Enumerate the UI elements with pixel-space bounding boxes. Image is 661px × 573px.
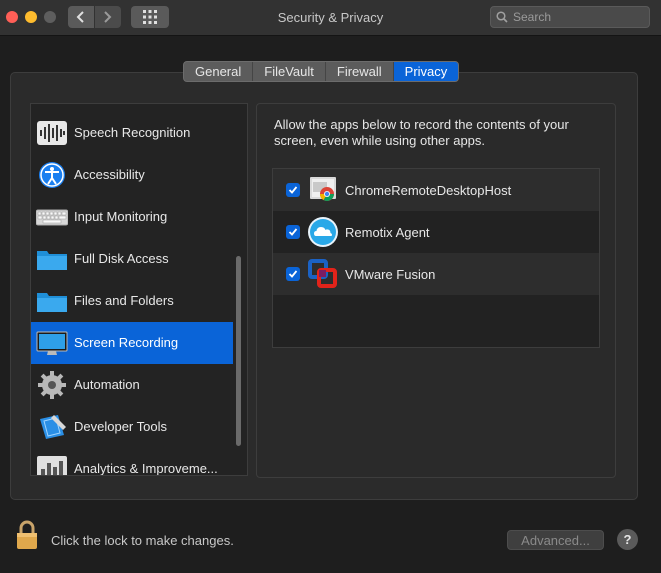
tab-filevault[interactable]: FileVault bbox=[253, 62, 326, 81]
sidebar-item-automation[interactable]: Automation bbox=[31, 364, 233, 406]
checkmark-icon bbox=[288, 228, 298, 236]
search-input[interactable] bbox=[490, 6, 650, 28]
zoom-window-button[interactable] bbox=[44, 11, 56, 23]
app-name: VMware Fusion bbox=[345, 267, 436, 282]
sidebar-item-label: Input Monitoring bbox=[74, 209, 168, 224]
lock-icon[interactable] bbox=[15, 520, 39, 550]
chevron-left-icon bbox=[76, 11, 84, 23]
sidebar-scrollbar[interactable] bbox=[236, 256, 241, 446]
app-name: Remotix Agent bbox=[345, 225, 430, 240]
folder-icon bbox=[37, 293, 67, 312]
app-row-remotix-agent: Remotix Agent bbox=[273, 211, 599, 253]
app-row-chrome-remote-desktop-host: ChromeRemoteDesktopHost bbox=[273, 169, 599, 211]
minimize-window-button[interactable] bbox=[25, 11, 37, 23]
chevron-right-icon bbox=[104, 11, 112, 23]
sidebar-item-files-and-folders[interactable]: Files and Folders bbox=[31, 280, 233, 322]
tab-bar: General FileVault Firewall Privacy bbox=[183, 61, 460, 82]
sidebar-item-label: Developer Tools bbox=[74, 419, 167, 434]
analytics-icon bbox=[37, 456, 67, 475]
chrome-remote-desktop-icon bbox=[310, 177, 336, 201]
sidebar-item-label: Files and Folders bbox=[74, 293, 174, 308]
privacy-category-list[interactable]: Speech Recognition Accessibility Input M… bbox=[30, 103, 248, 476]
accessibility-icon bbox=[39, 162, 65, 188]
checkmark-icon bbox=[288, 186, 298, 194]
lock-message: Click the lock to make changes. bbox=[51, 533, 234, 548]
advanced-button[interactable]: Advanced... bbox=[507, 530, 604, 550]
sidebar-item-label: Speech Recognition bbox=[74, 125, 191, 140]
sidebar-item-label: Screen Recording bbox=[74, 335, 179, 350]
waveform-icon bbox=[37, 121, 67, 145]
screen-recording-description: Allow the apps below to record the conte… bbox=[274, 117, 569, 148]
remotix-cloud-icon bbox=[308, 217, 338, 247]
forward-button[interactable] bbox=[95, 6, 121, 28]
checkmark-icon bbox=[288, 270, 298, 278]
sidebar-item-input-monitoring[interactable]: Input Monitoring bbox=[31, 196, 233, 238]
sidebar-item-label: Full Disk Access bbox=[74, 251, 169, 266]
back-button[interactable] bbox=[68, 6, 94, 28]
app-checkbox[interactable] bbox=[286, 225, 300, 239]
tab-firewall[interactable]: Firewall bbox=[326, 62, 394, 81]
developer-tools-icon bbox=[40, 415, 66, 439]
folder-icon bbox=[37, 251, 67, 270]
sidebar-item-screen-recording[interactable]: Screen Recording bbox=[31, 322, 233, 364]
sidebar-item-developer-tools[interactable]: Developer Tools bbox=[31, 406, 233, 448]
sidebar-item-label: Accessibility bbox=[74, 167, 145, 182]
sidebar-item-speech-recognition[interactable]: Speech Recognition bbox=[31, 112, 233, 154]
keyboard-icon bbox=[36, 209, 68, 226]
monitor-icon bbox=[36, 331, 68, 355]
app-row-vmware-fusion: VMware Fusion bbox=[273, 253, 599, 295]
help-button[interactable]: ? bbox=[617, 529, 638, 550]
sidebar-item-label: Analytics & Improveme... bbox=[74, 461, 218, 476]
grid-icon bbox=[143, 10, 157, 24]
sidebar-item-label: Automation bbox=[74, 377, 140, 392]
app-checkbox[interactable] bbox=[286, 267, 300, 281]
app-name: ChromeRemoteDesktopHost bbox=[345, 183, 512, 198]
close-window-button[interactable] bbox=[6, 11, 18, 23]
gear-icon bbox=[38, 371, 66, 399]
vmware-fusion-icon bbox=[308, 259, 337, 288]
search-icon bbox=[496, 11, 508, 23]
tab-privacy[interactable]: Privacy bbox=[393, 62, 459, 81]
tab-general[interactable]: General bbox=[184, 62, 254, 81]
app-list: ChromeRemoteDesktopHost Remotix Agent VM… bbox=[272, 168, 600, 348]
sidebar-item-full-disk-access[interactable]: Full Disk Access bbox=[31, 238, 233, 280]
app-checkbox[interactable] bbox=[286, 183, 300, 197]
sidebar-item-accessibility[interactable]: Accessibility bbox=[31, 154, 233, 196]
sidebar-item-analytics[interactable]: Analytics & Improveme... bbox=[31, 448, 233, 476]
show-all-button[interactable] bbox=[131, 6, 169, 28]
